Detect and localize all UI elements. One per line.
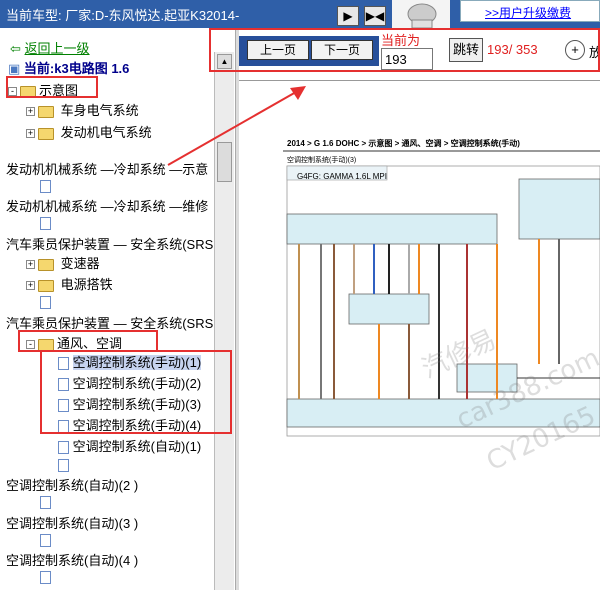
doc-icon [40,569,51,585]
diagram-breadcrumb: 2014 > G 1.6 DOHC > 示意图 > 通风、空调 > 空调控制系统… [287,139,520,148]
doc-icon [58,378,69,392]
folder-icon [38,279,54,292]
folder-icon [38,105,54,118]
folder-icon [38,258,54,271]
tree-leaf-srs-2[interactable]: 汽车乘员保护装置 — 安全系统(SRS [6,313,213,332]
tree-leaf-auto-2[interactable]: 空调控制系统(自动)(2 ) [6,475,138,494]
current-label: 当前:k3电路图 1.6 [23,61,130,76]
doc-icon [58,399,69,413]
tree-leaf-auto-1[interactable]: 空调控制系统(自动)(1) [58,436,201,455]
doc-icon [58,420,69,434]
next-icon-button[interactable]: ▶ [337,6,359,26]
doc-icon [40,532,51,548]
tree-leaf-srs-1[interactable]: 汽车乘员保护装置 — 安全系统(SRS [6,234,213,253]
doc-icon [58,457,69,473]
mascot-logo [392,0,450,30]
back-link[interactable]: 返回上一级 [25,41,90,56]
tree-leaf-manual-3[interactable]: 空调控制系统(手动)(3) [58,394,201,413]
fit-icon-button[interactable]: ▶◀ [364,6,386,26]
folder-open-icon [38,338,54,351]
zoom-label[interactable]: 放 [589,42,600,61]
scroll-thumb[interactable] [217,142,232,182]
engine-label: G4FG: GAMMA 1.6L MPI [297,172,387,181]
diagram-subtitle: 空调控制系统(手动)(3) [287,157,357,164]
wiring-diagram [283,150,600,437]
tree-node-power-ground[interactable]: + 电源搭铁 [26,274,113,293]
doc-icon [40,494,51,510]
doc-icon [40,215,51,231]
expand-icon[interactable]: + [26,260,35,270]
expand-icon[interactable]: + [26,129,35,139]
folder-open-icon [20,85,36,98]
tree-leaf-manual-1[interactable]: 空调控制系统(手动)(1) [58,352,202,371]
diagram-viewer: 2014 > G 1.6 DOHC > 示意图 > 通风、空调 > 空调控制系统… [239,74,600,590]
tree-leaf-manual-4[interactable]: 空调控制系统(手动)(4) [58,415,201,434]
doc-icon [58,441,69,455]
expand-icon[interactable]: + [26,107,35,117]
scroll-up-icon[interactable]: ▲ [217,54,232,69]
upgrade-link[interactable]: >>用户升级缴费 [485,4,571,21]
top-bar: 当前车型: 厂家:D-东风悦达.起亚K32014- ▶ ▶◀ >>用户升级缴费 [0,0,600,30]
tree-leaf-cooling-diagram[interactable]: 发动机机械系统 —冷却系统 —示意 [6,159,208,178]
car-type-label: 当前车型: 厂家:D-东风悦达.起亚K32014- [6,8,240,23]
tree-node-diagram[interactable]: - 示意图 [8,80,78,99]
expand-icon[interactable]: + [26,281,35,291]
tree-leaf-manual-2[interactable]: 空调控制系统(手动)(2) [58,373,201,392]
jump-button[interactable]: 跳转 [449,38,483,62]
current-location: ▣ 当前:k3电路图 1.6 [8,58,129,77]
nav-strip: 上一页 下一页 [239,36,379,66]
doc-icon [40,178,51,194]
back-arrow-icon: ⇦ [10,41,21,56]
upgrade-banner: >>用户升级缴费 [460,0,600,22]
book-icon: ▣ [8,61,21,76]
page-toolbar: 上一页 下一页 当前为 跳转 193/ 353 + 放 [239,28,600,74]
zoom-icon[interactable]: + [565,40,585,60]
doc-icon [40,294,51,310]
next-page-button[interactable]: 下一页 [311,40,373,60]
doc-icon [58,357,69,371]
tree-node-engine-electrical[interactable]: + 发动机电气系统 [26,122,152,141]
folder-icon [38,127,54,140]
page-number-input[interactable] [381,48,433,70]
tree-leaf-auto-3[interactable]: 空调控制系统(自动)(3 ) [6,513,138,532]
tree-node-body-electrical[interactable]: + 车身电气系统 [26,100,139,119]
collapse-icon[interactable]: - [26,340,35,350]
tree-leaf-cooling-repair[interactable]: 发动机机械系统 —冷却系统 —维修 [6,196,208,215]
prev-page-button[interactable]: 上一页 [247,40,309,60]
page-count: 193/ 353 [487,42,538,57]
tree-leaf-auto-4[interactable]: 空调控制系统(自动)(4 ) [6,550,138,569]
tree-node-transmission[interactable]: + 变速器 [26,253,100,272]
tree-panel: ⇦ 返回上一级 ▣ 当前:k3电路图 1.6 - 示意图 + 车身电气系统 + 发… [0,28,235,590]
tree-node-hvac[interactable]: - 通风、空调 [26,333,122,352]
tree-scrollbar[interactable]: ▲ [214,52,234,590]
current-page-label: 当前为 [381,33,421,48]
collapse-icon[interactable]: - [8,87,17,97]
back-link-row[interactable]: ⇦ 返回上一级 [10,38,90,57]
